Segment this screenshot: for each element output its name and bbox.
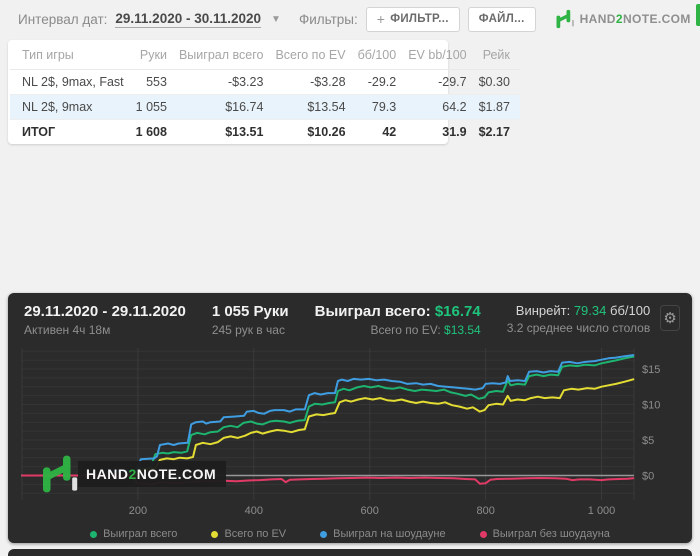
ev-value: $13.54 (444, 323, 481, 337)
table-cell: 64.2 (406, 94, 477, 120)
session-active-time: Активен 4ч 18м (24, 323, 111, 337)
session-date-range: 29.11.2020 - 29.11.2020 (24, 303, 186, 320)
table-cell: -29.2 (355, 69, 407, 95)
x-axis-tick: 400 (245, 505, 263, 517)
edge-logo-sliver (696, 4, 700, 26)
watermark-logo-text: HAND2NOTE.COM (78, 461, 227, 487)
y-axis-tick: $0 (642, 470, 654, 482)
legend-dot (211, 530, 219, 538)
next-session-panel-edge[interactable] (8, 549, 692, 556)
table-cell: -$3.23 (176, 69, 274, 95)
table-cell: $2.17 (478, 125, 510, 139)
legend-label: Всего по EV (224, 528, 287, 540)
legend-label: Выиграл всего (103, 528, 178, 540)
hand2note-logo: HAND2NOTE.COM (554, 8, 691, 30)
session-dates-block: 29.11.2020 - 29.11.2020 Активен 4ч 18м (24, 303, 186, 337)
winrate-value: 79.34 (573, 303, 607, 318)
date-range-picker[interactable]: 29.11.2020 - 30.11.2020 (115, 11, 262, 28)
table-cell: 553 (133, 69, 177, 95)
table-row[interactable]: NL 2$, 9max 1 055 $16.74 $13.54 79.3 64.2 $1.8… (10, 94, 520, 120)
legend-dot (90, 530, 98, 538)
legend-item[interactable]: Выиграл всего (90, 528, 177, 540)
table-header-cell[interactable]: EV bb/100 (406, 40, 477, 70)
table-header-cell[interactable]: Всего по EV (273, 40, 356, 70)
table-cell: -$3.28 (273, 69, 356, 95)
session-hands-block: 1 055 Руки 245 рук в час (212, 303, 289, 337)
table-cell: 1 608 (135, 125, 167, 139)
session-hands-per-hour: 245 рук в час (211, 323, 285, 337)
hand2note-logo-text: HAND2NOTE.COM (579, 12, 691, 26)
legend-item[interactable]: Выиграл на шоудауне (320, 528, 446, 540)
table-cell: $10.26 (307, 125, 346, 139)
table-header-cell[interactable]: бб/100 (355, 40, 407, 70)
table-cell: 79.3 (355, 94, 407, 120)
table-cell: -29.7 (406, 69, 477, 95)
session-graph-panel: 200 400 600 800 1 000 $0 $5 $10 $15 29.11.2020 -… (8, 293, 692, 543)
winrate-unit: бб/100 (610, 303, 651, 318)
table-cell: $16.74 (176, 94, 274, 120)
session-won-block: Выиграл всего: $16.74 Всего по EV: $13.5… (315, 303, 481, 337)
table-cell: ИТОГ (22, 125, 56, 139)
table-cell: NL 2$, 9max, Fast (10, 69, 134, 95)
legend-item[interactable]: Всего по EV (211, 528, 286, 540)
winrate-label: Винрейт: (515, 303, 571, 318)
file-button[interactable]: ФАЙЛ... (467, 6, 536, 32)
table-cell: 42 (382, 125, 397, 139)
add-filter-button[interactable]: + ФИЛЬТР... (365, 6, 460, 32)
legend-label: Выиграл на шоудауне (333, 528, 446, 540)
game-stats-table: Тип игры Руки Выиграл всего Всего по EV бб/1… (10, 40, 520, 144)
table-cell: $13.51 (225, 125, 264, 139)
session-winrate-block: Винрейт: 79.34 бб/100 3.2 среднее число … (507, 303, 650, 335)
ev-label: Всего по EV: (370, 323, 441, 337)
x-axis-tick: 1 000 (588, 505, 616, 517)
avg-tables: 3.2 среднее число столов (506, 321, 651, 335)
game-stats-card: Тип игры Руки Выиграл всего Всего по EV бб/1… (8, 40, 520, 144)
y-axis-tick: $5 (642, 435, 654, 447)
table-header-cell[interactable]: Рейк (476, 40, 520, 70)
table-header-cell[interactable]: Руки (133, 40, 177, 70)
chevron-down-icon[interactable]: ▼ (271, 14, 281, 25)
legend-dot (479, 530, 487, 538)
session-header: 29.11.2020 - 29.11.2020 Активен 4ч 18м 1… (8, 293, 692, 345)
table-cell: $13.54 (273, 94, 356, 120)
plus-icon: + (376, 11, 386, 27)
table-cell: $1.87 (476, 94, 520, 120)
table-header-row: Тип игры Руки Выиграл всего Всего по EV бб/1… (10, 40, 520, 70)
table-cell: 1 055 (133, 94, 177, 120)
legend-item[interactable]: Выиграл без шоудауна (479, 528, 610, 540)
top-toolbar: Интервал дат: 29.11.2020 - 30.11.2020 ▼ … (0, 0, 700, 38)
chart-watermark: HAND2NOTE.COM (38, 451, 227, 497)
x-axis-tick: 200 (129, 505, 147, 517)
table-cell: NL 2$, 9max (10, 94, 134, 120)
won-value: $16.74 (434, 303, 481, 320)
table-row[interactable]: NL 2$, 9max, Fast 553 -$3.23 -$3.28 -29.2 -29… (10, 69, 520, 95)
hand2note-logo-icon (556, 9, 574, 29)
x-axis-tick: 800 (476, 505, 494, 517)
table-cell: 31.9 (442, 125, 467, 139)
table-cell: $0.30 (476, 69, 520, 95)
legend-dot (320, 530, 328, 538)
session-hands: 1 055 Руки (211, 303, 289, 320)
table-header-cell[interactable]: Выиграл всего (176, 40, 274, 70)
y-axis-tick: $10 (642, 399, 660, 411)
table-row[interactable]: ИТОГ 1 608 $13.51 $10.26 42 31.9 $2.17 (10, 120, 520, 145)
filters-label: Фильтры: (298, 11, 358, 27)
chart-legend: Выиграл всего Всего по EV Выиграл на шоуда… (8, 528, 692, 540)
won-label: Выиграл всего: (314, 303, 431, 320)
watermark-logo-icon (43, 455, 78, 493)
x-axis-tick: 600 (361, 505, 379, 517)
legend-label: Выиграл без шоудауна (492, 528, 610, 540)
gear-icon[interactable]: ⚙ (660, 305, 680, 331)
y-axis-tick: $15 (642, 364, 660, 376)
interval-label: Интервал дат: (18, 11, 108, 27)
table-header-cell[interactable]: Тип игры (10, 40, 134, 70)
